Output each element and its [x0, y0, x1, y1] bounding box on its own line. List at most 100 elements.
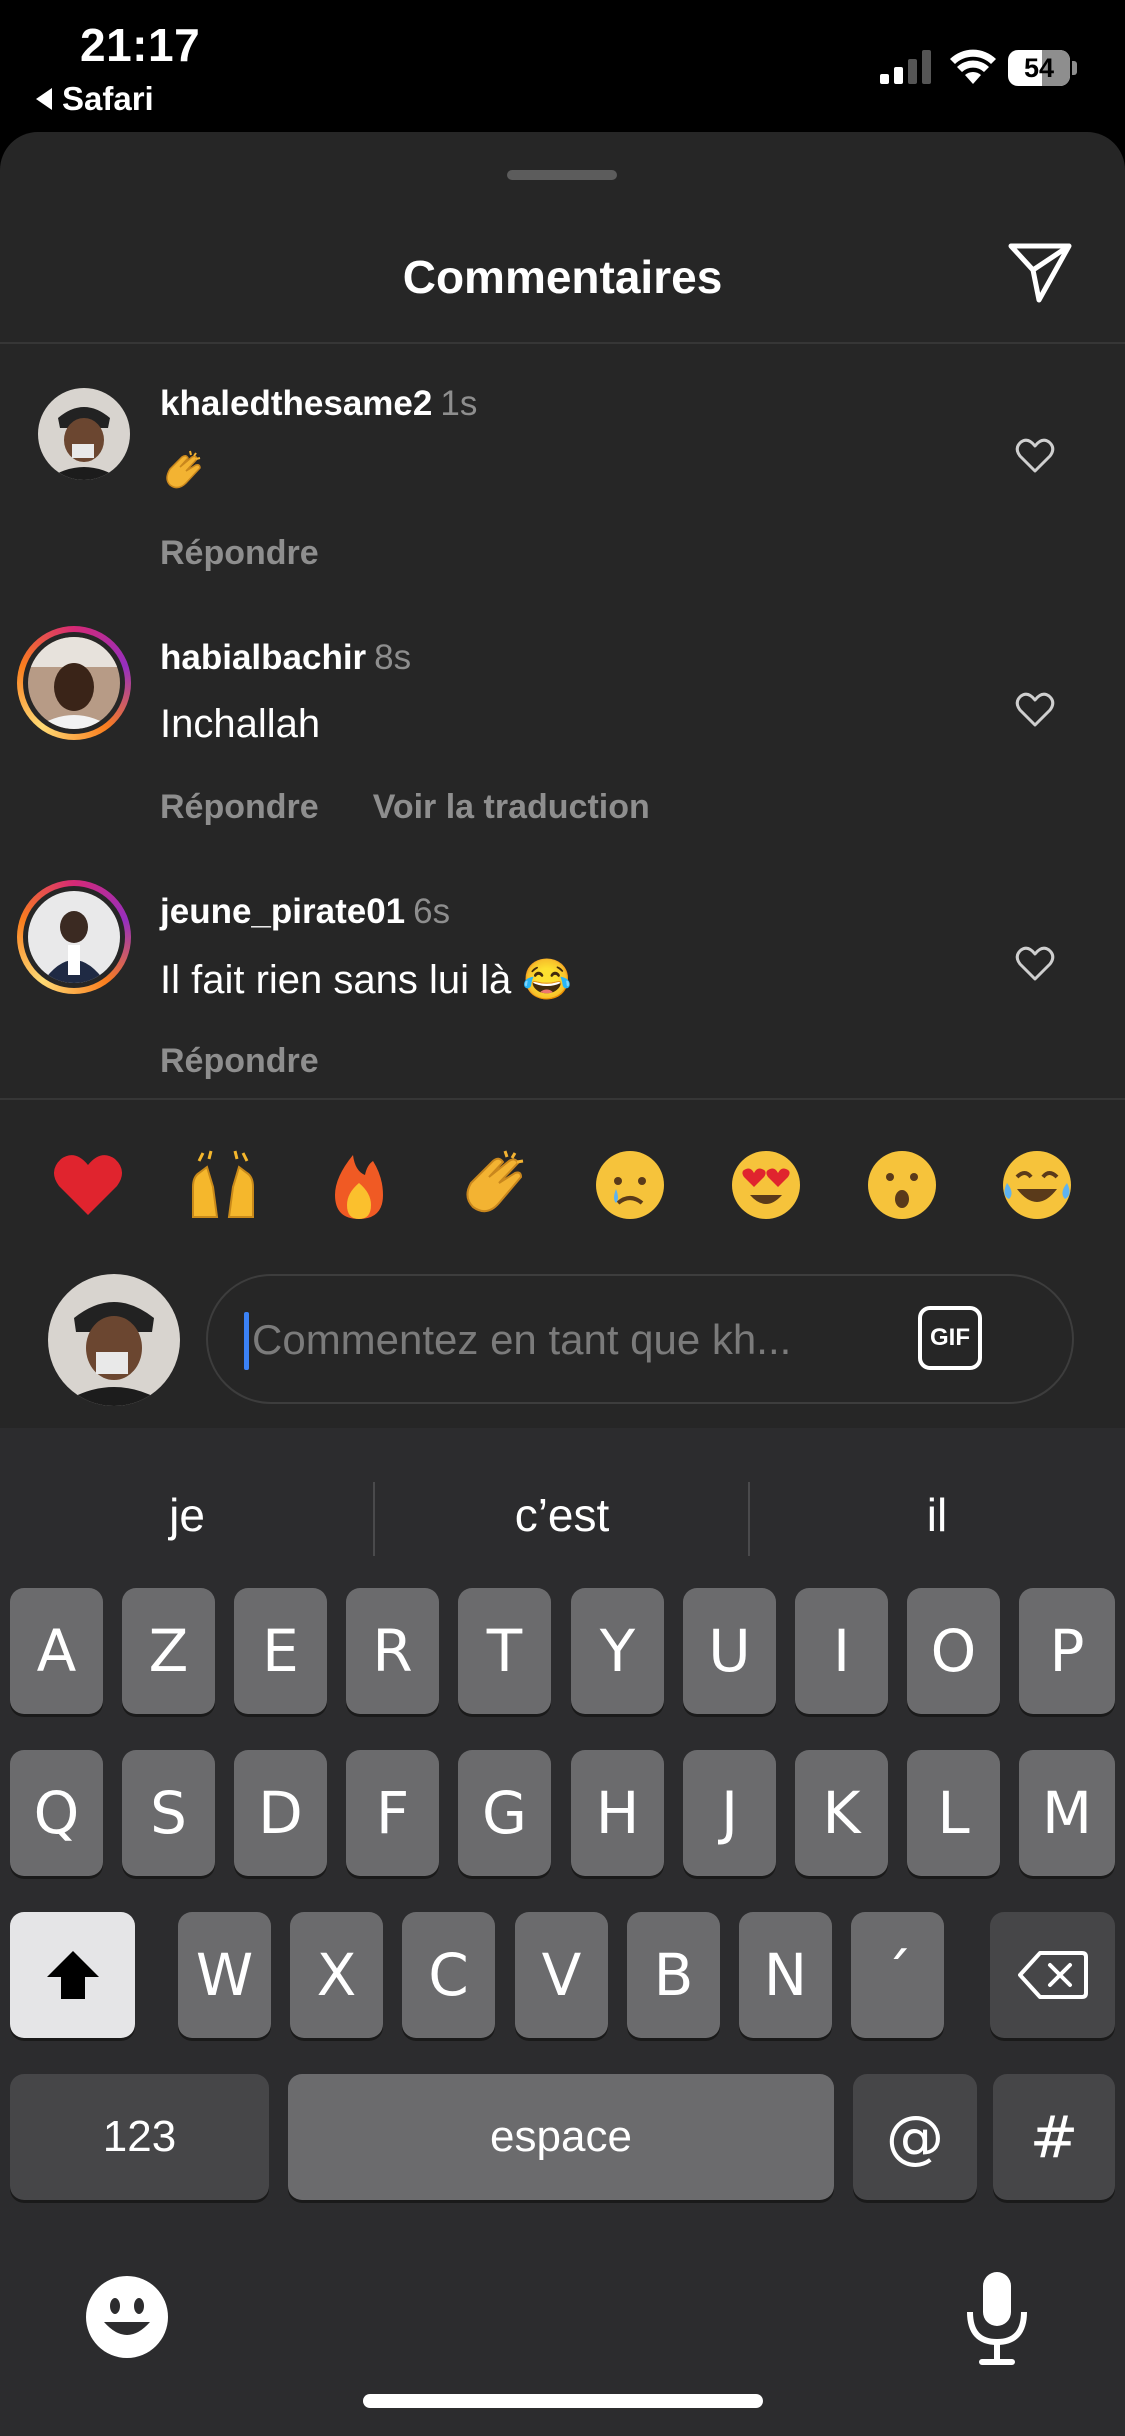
current-user-avatar	[48, 1274, 180, 1406]
reply-link[interactable]: Répondre	[160, 788, 319, 827]
send-icon[interactable]	[1005, 236, 1075, 306]
comment-actions: Répondre Voir la traduction	[160, 788, 650, 827]
key-h[interactable]: H	[571, 1750, 664, 1876]
key-k[interactable]: K	[795, 1750, 888, 1876]
numbers-key[interactable]: 123	[10, 2074, 269, 2200]
key-w[interactable]: W	[178, 1912, 271, 2038]
comment-placeholder: Commentez en tant que kh...	[252, 1316, 792, 1363]
gif-button[interactable]: GIF	[918, 1306, 982, 1370]
comment-text: Inchallah	[160, 702, 321, 746]
crying-face-reaction[interactable]	[590, 1145, 670, 1225]
comment-actions: Répondre	[160, 534, 319, 573]
key-v[interactable]: V	[515, 1912, 608, 2038]
key-y[interactable]: Y	[571, 1588, 664, 1714]
clapping-hands-icon	[466, 1150, 523, 1213]
key-x[interactable]: X	[290, 1912, 383, 2038]
red-heart-reaction[interactable]	[48, 1145, 128, 1225]
space-key[interactable]: espace	[288, 2074, 834, 2200]
microphone-icon[interactable]	[964, 2268, 1030, 2368]
delete-key[interactable]	[990, 1912, 1115, 2038]
key-t[interactable]: T	[458, 1588, 551, 1714]
key-i[interactable]: I	[795, 1588, 888, 1714]
back-label: Safari	[62, 80, 154, 117]
raising-hands-reaction[interactable]	[183, 1145, 263, 1225]
like-heart-icon[interactable]	[1015, 438, 1055, 474]
avatar[interactable]	[38, 388, 130, 480]
key-r[interactable]: R	[346, 1588, 439, 1714]
predictive-bar: je c’est il	[0, 1460, 1125, 1570]
suggestion-3[interactable]: il	[750, 1460, 1124, 1570]
shift-arrow-icon	[46, 1951, 99, 1999]
back-to-safari[interactable]: Safari	[36, 80, 154, 118]
battery-icon: 54	[1008, 50, 1078, 86]
comment-input-row: Commentez en tant que kh... GIF	[0, 1264, 1125, 1434]
heart-eyes-reaction[interactable]	[726, 1145, 806, 1225]
comment-username[interactable]: jeune_pirate01	[160, 892, 405, 931]
comment-item: khaledthesame2 1s Répondre	[0, 362, 1125, 612]
comment-text	[160, 448, 206, 495]
key-a[interactable]: A	[10, 1588, 103, 1714]
suggestion-2[interactable]: c’est	[375, 1460, 749, 1570]
story-ring[interactable]	[17, 880, 131, 994]
header-divider	[0, 342, 1125, 344]
key-z[interactable]: Z	[122, 1588, 215, 1714]
quick-reactions-bar	[0, 1100, 1125, 1270]
status-time: 21:17	[80, 19, 201, 71]
cellular-signal-icon	[880, 50, 931, 84]
tears-of-joy-icon	[1003, 1151, 1072, 1219]
like-heart-icon[interactable]	[1015, 692, 1055, 728]
battery-level: 54	[1023, 53, 1055, 83]
key-u[interactable]: U	[683, 1588, 776, 1714]
key-m[interactable]: M	[1019, 1750, 1115, 1876]
key-o[interactable]: O	[907, 1588, 1000, 1714]
comment-input[interactable]: Commentez en tant que kh... GIF	[206, 1274, 1074, 1404]
sheet-grabber[interactable]	[507, 170, 617, 180]
key-l[interactable]: L	[907, 1750, 1000, 1876]
see-translation-link[interactable]: Voir la traduction	[373, 788, 650, 827]
reply-link[interactable]: Répondre	[160, 534, 319, 573]
at-key[interactable]: @	[853, 2074, 977, 2200]
comment-meta: jeune_pirate01 6s	[160, 892, 450, 932]
home-indicator[interactable]	[363, 2394, 763, 2408]
back-arrow-icon	[36, 88, 52, 110]
key-e[interactable]: E	[234, 1588, 327, 1714]
comment-item: habialbachir 8s Inchallah Répondre Voir l…	[0, 616, 1125, 866]
clapping-hands-reaction[interactable]	[455, 1145, 535, 1225]
red-heart-icon	[53, 1155, 122, 1215]
key-g[interactable]: G	[458, 1750, 551, 1876]
wifi-icon	[950, 49, 996, 84]
comment-age: 6s	[413, 892, 451, 931]
comment-actions: Répondre	[160, 1042, 319, 1081]
key-j[interactable]: J	[683, 1750, 776, 1876]
emoji-keyboard-icon[interactable]	[84, 2274, 170, 2360]
key-p[interactable]: P	[1019, 1588, 1115, 1714]
fire-reaction[interactable]	[319, 1145, 399, 1225]
avatar	[28, 637, 120, 729]
tears-of-joy-reaction[interactable]	[997, 1145, 1077, 1225]
reply-link[interactable]: Répondre	[160, 1042, 319, 1081]
sheet-title: Commentaires	[402, 251, 723, 303]
surprised-face-icon	[867, 1151, 936, 1219]
comment-age: 8s	[374, 638, 412, 677]
key-s[interactable]: S	[122, 1750, 215, 1876]
shift-key[interactable]	[10, 1912, 135, 2038]
key-acute-accent[interactable]: ´	[851, 1912, 944, 2038]
comment-age: 1s	[440, 384, 478, 423]
like-heart-icon[interactable]	[1015, 946, 1055, 982]
clapping-hands-icon	[166, 451, 201, 489]
key-q[interactable]: Q	[10, 1750, 103, 1876]
text-caret	[244, 1312, 249, 1370]
comment-username[interactable]: khaledthesame2	[160, 384, 432, 423]
surprised-face-reaction[interactable]	[862, 1145, 942, 1225]
fire-icon	[335, 1155, 384, 1219]
key-n[interactable]: N	[739, 1912, 832, 2038]
suggestion-1[interactable]: je	[0, 1460, 374, 1570]
story-ring[interactable]	[17, 626, 131, 740]
hash-key[interactable]: #	[993, 2074, 1115, 2200]
key-b[interactable]: B	[627, 1912, 720, 2038]
key-c[interactable]: C	[402, 1912, 495, 2038]
status-bar: 21:17 Safari 54	[0, 0, 1125, 130]
key-d[interactable]: D	[234, 1750, 327, 1876]
comment-username[interactable]: habialbachir	[160, 638, 366, 677]
key-f[interactable]: F	[346, 1750, 439, 1876]
